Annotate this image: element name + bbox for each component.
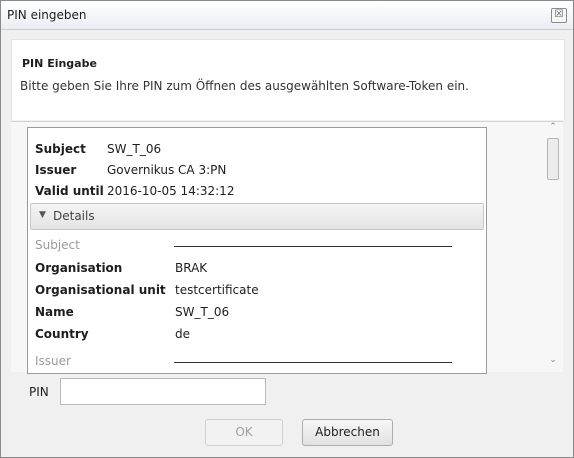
header-panel: PIN Eingabe Bitte geben Sie Ihre PIN zum… <box>11 39 565 120</box>
scroll-thumb[interactable] <box>547 138 559 180</box>
cancel-button[interactable]: Abbrechen <box>302 419 393 446</box>
organisation-key: Organisation <box>35 261 123 275</box>
title-bar[interactable]: PIN eingeben ☒ <box>1 1 573 30</box>
subject-section-label: Subject <box>35 238 80 252</box>
pin-label: PIN <box>29 385 49 399</box>
window-title: PIN eingeben <box>7 8 87 22</box>
organisation-value: BRAK <box>175 261 208 275</box>
summary-valid-until-key: Valid until <box>35 184 104 198</box>
certificate-area: Subject SW_T_06 Issuer Governikus CA 3:P… <box>11 121 563 374</box>
summary-subject-value: SW_T_06 <box>107 142 162 156</box>
name-value: SW_T_06 <box>175 305 230 319</box>
vertical-scrollbar[interactable]: ⌃ ⌄ <box>543 122 563 372</box>
summary-issuer-value: Governikus CA 3:PN <box>107 163 227 177</box>
country-key: Country <box>35 327 89 341</box>
pin-dialog-window: PIN eingeben ☒ PIN Eingabe Bitte geben S… <box>0 0 574 458</box>
issuer-section-divider <box>174 362 452 363</box>
scroll-down-icon[interactable]: ⌄ <box>547 355 559 369</box>
country-value: de <box>175 327 190 341</box>
issuer-section-label: Issuer <box>35 354 71 368</box>
close-icon[interactable]: ☒ <box>551 8 567 23</box>
scroll-up-icon[interactable]: ⌃ <box>547 122 559 136</box>
name-key: Name <box>35 305 74 319</box>
header-title: PIN Eingabe <box>22 57 97 70</box>
subject-section-divider <box>174 246 452 247</box>
summary-valid-until-value: 2016-10-05 14:32:12 <box>107 184 235 198</box>
pin-input[interactable] <box>60 378 266 405</box>
summary-subject-key: Subject <box>35 142 86 156</box>
ok-button[interactable]: OK <box>205 419 283 446</box>
header-description: Bitte geben Sie Ihre PIN zum Öffnen des … <box>20 79 469 93</box>
details-label: Details <box>53 209 95 223</box>
summary-issuer-key: Issuer <box>35 163 77 177</box>
details-toggle[interactable]: ▼ Details <box>30 203 484 230</box>
certificate-panel[interactable]: Subject SW_T_06 Issuer Governikus CA 3:P… <box>27 127 487 374</box>
organisational-unit-key: Organisational unit <box>35 283 166 297</box>
organisational-unit-value: testcertificate <box>175 283 259 297</box>
chevron-down-icon: ▼ <box>39 210 46 220</box>
